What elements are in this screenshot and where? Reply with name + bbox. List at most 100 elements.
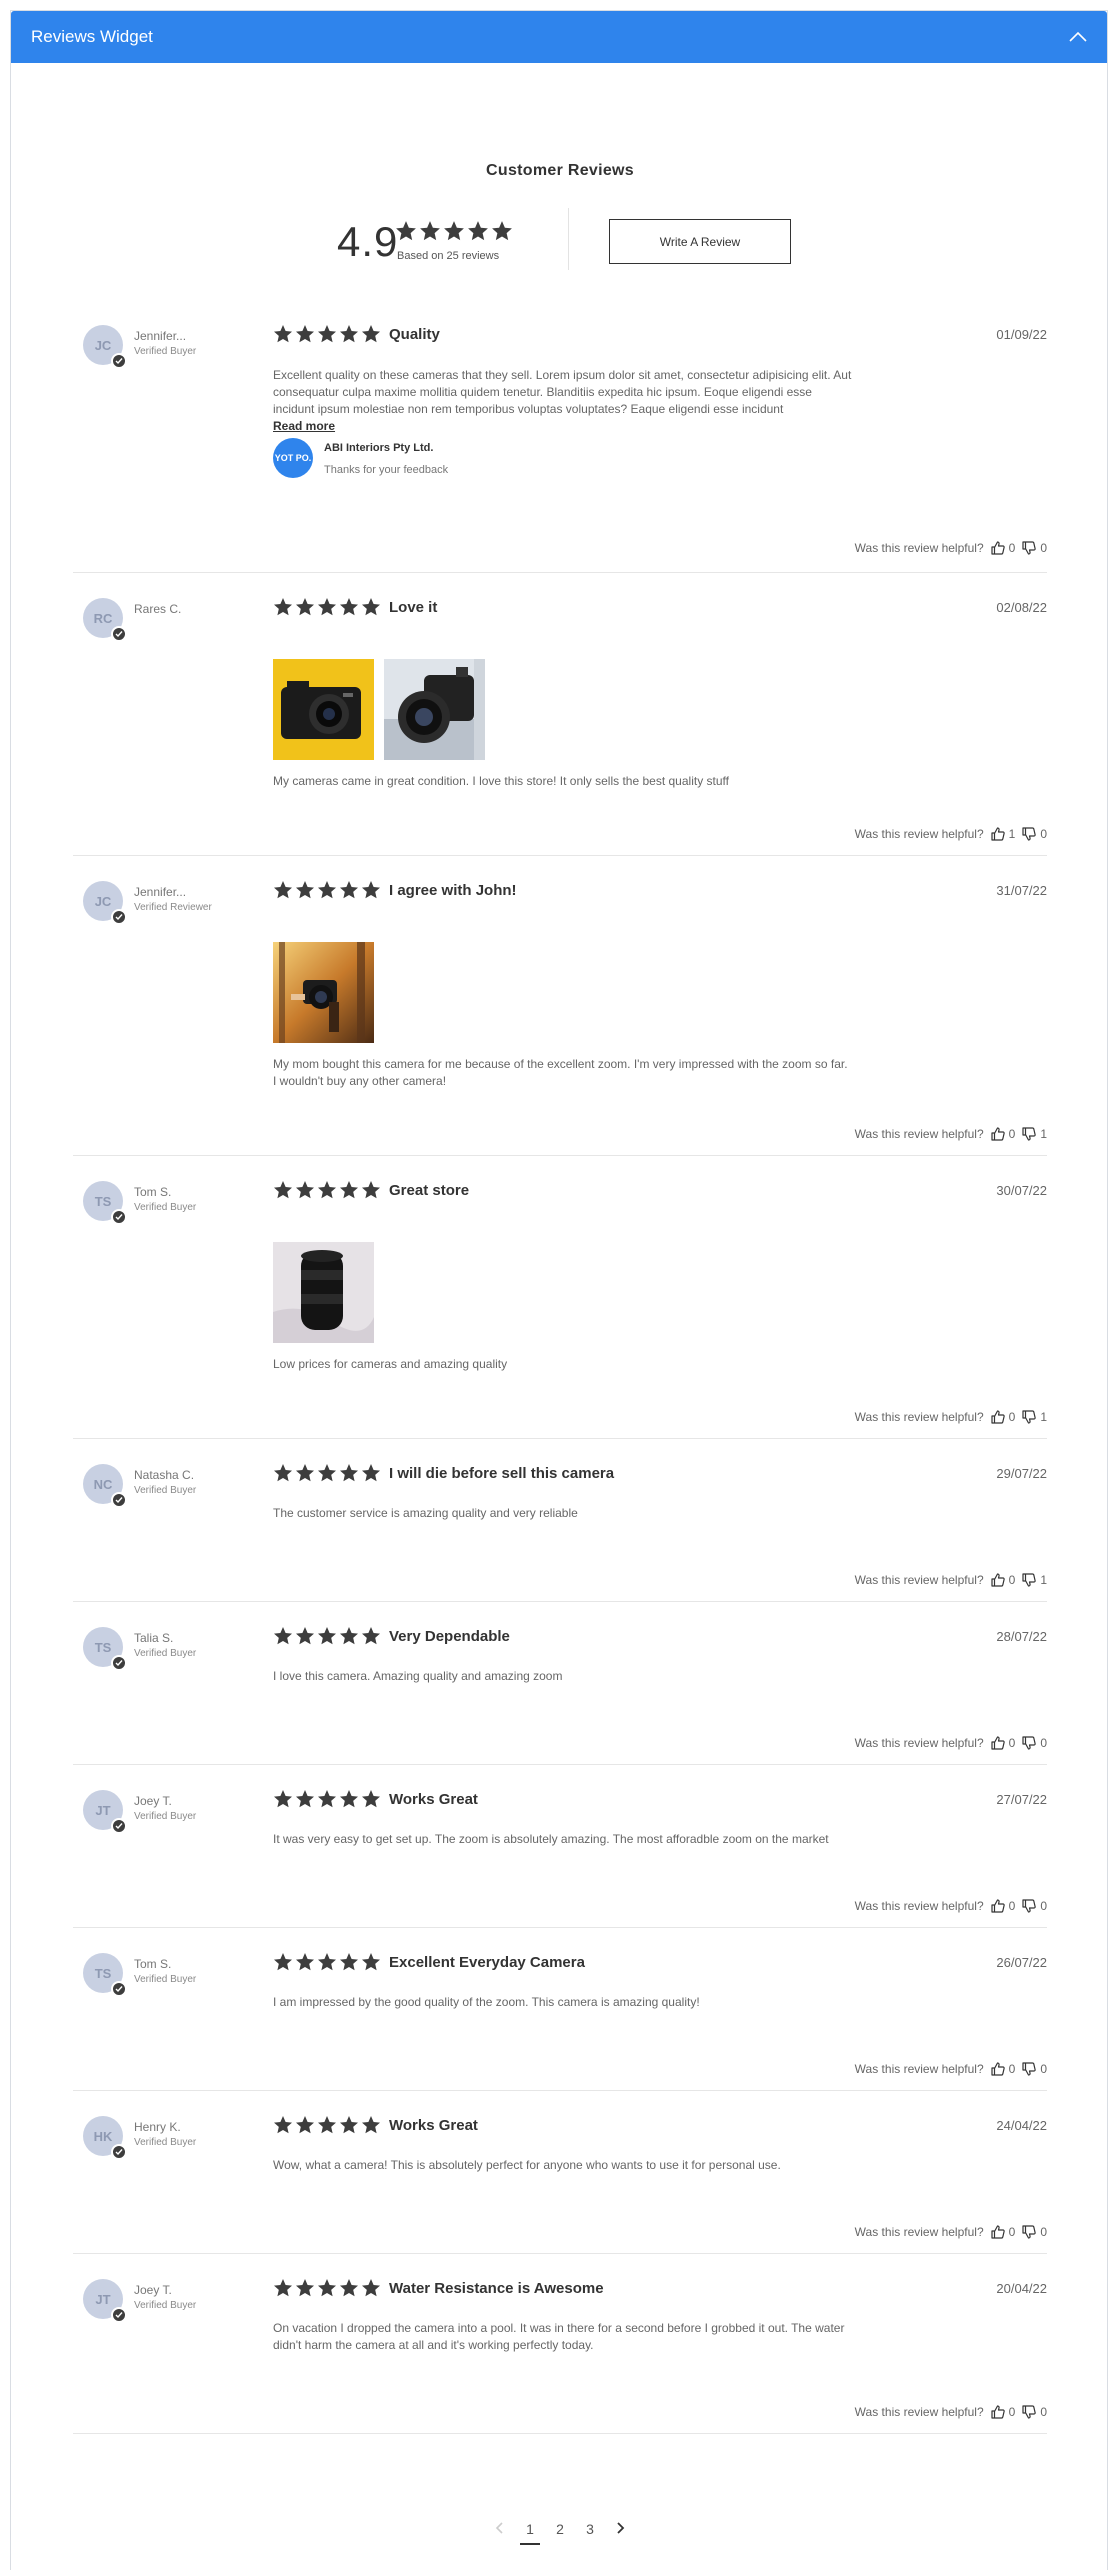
star-icon	[274, 1953, 292, 1971]
thumbs-down-icon	[1022, 2405, 1037, 2419]
helpful-section: Was this review helpful? 0 0	[855, 2061, 1047, 2077]
page-3-button[interactable]: 3	[575, 2517, 605, 2541]
star-icon	[468, 221, 488, 241]
review-body: I am impressed by the good quality of th…	[273, 1995, 700, 2009]
review-stars	[273, 880, 381, 900]
review-photo[interactable]	[273, 942, 374, 1043]
thumbs-up-button[interactable]: 0	[990, 1898, 1016, 1914]
star-icon	[274, 1627, 292, 1645]
review-item: JC Jennifer... Verified Reviewer I agree wi…	[73, 856, 1047, 1156]
thumbs-up-button[interactable]: 0	[990, 540, 1016, 556]
review-list: JC Jennifer... Verified Buyer Quality 01/09/…	[73, 300, 1047, 2434]
star-icon	[340, 2116, 358, 2134]
thumbs-down-icon	[1022, 827, 1037, 841]
review-title: Very Dependable	[389, 1627, 510, 1645]
thumbs-down-button[interactable]: 0	[1021, 826, 1047, 842]
star-icon	[318, 1181, 336, 1199]
reviewer-name: Jennifer...	[134, 329, 187, 343]
thumbs-down-button[interactable]: 0	[1021, 2404, 1047, 2420]
star-icon	[362, 1953, 380, 1971]
helpful-label: Was this review helpful?	[854, 827, 984, 841]
write-review-button[interactable]: Write A Review	[609, 219, 791, 264]
thumbs-up-icon	[991, 1736, 1005, 1750]
review-title: I will die before sell this camera	[389, 1464, 615, 1482]
verified-label: Verified Buyer	[134, 2300, 197, 2311]
thumbs-up-button[interactable]: 0	[990, 2061, 1016, 2077]
verified-label: Verified Buyer	[134, 346, 197, 357]
thumbs-down-button[interactable]: 1	[1021, 1409, 1047, 1425]
prev-page-button[interactable]	[485, 2517, 515, 2541]
star-icon	[274, 2279, 292, 2297]
widget-header[interactable]: Reviews Widget	[11, 11, 1107, 63]
helpful-label: Was this review helpful?	[854, 1410, 984, 1424]
helpful-label: Was this review helpful?	[854, 1127, 984, 1141]
thumbs-up-count: 0	[1008, 1410, 1016, 1424]
thumbs-up-button[interactable]: 0	[990, 2224, 1015, 2240]
helpful-section: Was this review helpful? 0 0	[855, 1735, 1047, 1751]
review-date: 02/08/22	[996, 600, 1047, 615]
thumbs-up-button[interactable]: 0	[990, 1126, 1015, 1142]
page-numbers: 123	[515, 2517, 605, 2545]
verified-label: Verified Buyer	[134, 1974, 197, 1985]
thumbs-up-count: 0	[1008, 541, 1016, 555]
thumbs-down-button[interactable]: 0	[1021, 2061, 1047, 2077]
star-icon	[274, 2116, 292, 2134]
thumbs-up-count: 0	[1008, 1899, 1016, 1913]
review-title: Quality	[389, 325, 440, 343]
review-date: 24/04/22	[996, 2118, 1047, 2133]
thumbs-up-icon	[991, 2062, 1005, 2076]
review-header: Works Great	[273, 2115, 478, 2135]
review-date: 29/07/22	[996, 1466, 1047, 1481]
review-item: RC Rares C. Love it 02/08/22 My cameras came…	[73, 573, 1047, 856]
thumbs-down-button[interactable]: 1	[1021, 1572, 1047, 1588]
review-date: 31/07/22	[996, 883, 1047, 898]
review-title: Great store	[389, 1181, 470, 1199]
thumbs-down-button[interactable]: 0	[1021, 540, 1047, 556]
review-item: JC Jennifer... Verified Buyer Quality 01/09/…	[73, 300, 1047, 573]
read-more-link[interactable]: Read more	[273, 419, 335, 433]
thumbs-down-count: 1	[1040, 1573, 1047, 1587]
star-icon	[296, 1953, 314, 1971]
thumbs-down-button[interactable]: 0	[1021, 2224, 1047, 2240]
thumbs-up-button[interactable]: 0	[990, 1735, 1015, 1751]
verified-label: Verified Buyer	[134, 1485, 197, 1496]
thumbs-up-button[interactable]: 1	[990, 826, 1015, 842]
thumbs-down-button[interactable]: 0	[1021, 1735, 1047, 1751]
thumbs-down-count: 1	[1040, 1127, 1047, 1141]
star-icon	[318, 881, 336, 899]
page-2-button[interactable]: 2	[545, 2517, 575, 2541]
review-date: 26/07/22	[996, 1955, 1047, 1970]
thumbs-up-icon	[991, 2225, 1005, 2239]
star-icon	[318, 598, 336, 616]
thumbs-up-button[interactable]: 0	[990, 1409, 1016, 1425]
page-1-button[interactable]: 1	[515, 2517, 545, 2545]
star-icon	[296, 325, 314, 343]
review-date: 01/09/22	[996, 327, 1047, 342]
thumbs-up-button[interactable]: 0	[990, 2404, 1015, 2420]
next-page-button[interactable]	[605, 2517, 635, 2541]
review-item: TS Tom S. Verified Buyer Great store 30/07/2…	[73, 1156, 1047, 1439]
review-item: NC Natasha C. Verified Buyer I will die bef…	[73, 1439, 1047, 1602]
thumbs-down-button[interactable]: 1	[1021, 1126, 1047, 1142]
helpful-section: Was this review helpful? 0 0	[855, 2224, 1047, 2240]
review-header: Love it	[273, 597, 437, 617]
thumbs-up-icon	[991, 1899, 1005, 1913]
review-header: I agree with John!	[273, 880, 517, 900]
verified-check-icon	[111, 2144, 127, 2160]
chevron-up-icon[interactable]	[1069, 31, 1087, 43]
star-icon	[296, 598, 314, 616]
review-photo[interactable]	[384, 659, 485, 760]
star-icon	[362, 598, 380, 616]
review-stars	[273, 1789, 381, 1809]
star-icon	[340, 1953, 358, 1971]
star-icon	[340, 1181, 358, 1199]
star-icon	[340, 1464, 358, 1482]
review-photo[interactable]	[273, 659, 374, 760]
thumbs-down-button[interactable]: 0	[1021, 1898, 1047, 1914]
thumbs-up-icon	[991, 827, 1005, 841]
thumbs-up-button[interactable]: 0	[990, 1572, 1015, 1588]
review-photo[interactable]	[273, 1242, 374, 1343]
star-icon	[362, 2279, 380, 2297]
thumbs-down-count: 0	[1040, 1736, 1047, 1750]
thumbs-up-count: 0	[1008, 2062, 1016, 2076]
